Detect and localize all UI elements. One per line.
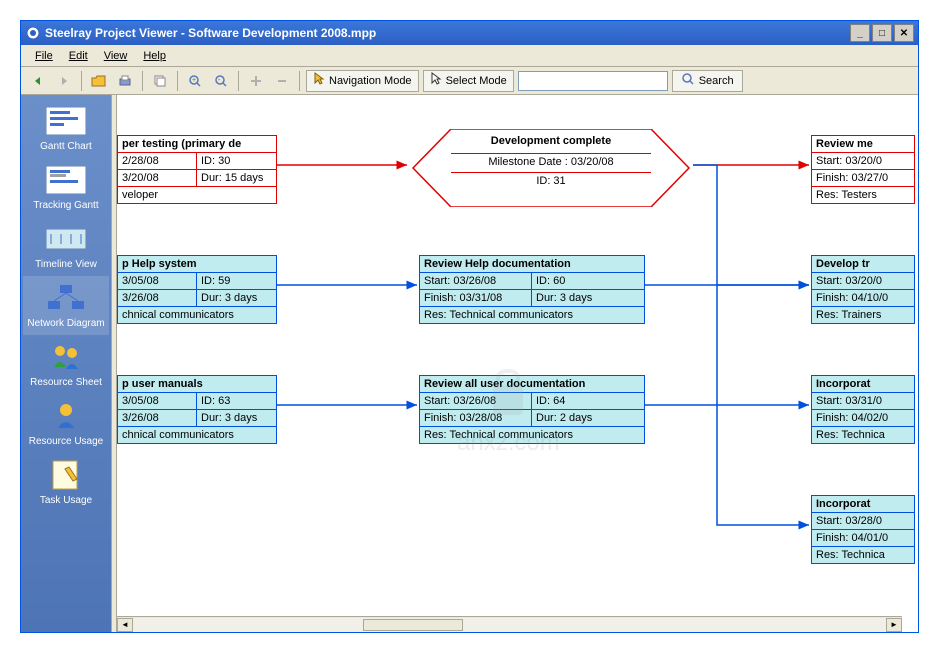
forward-button[interactable] xyxy=(53,70,75,92)
window-title: Steelray Project Viewer - Software Devel… xyxy=(45,26,850,40)
tracking-gantt-icon xyxy=(42,164,90,196)
timeline-icon xyxy=(42,223,90,255)
sidebar-item-label: Gantt Chart xyxy=(25,141,107,152)
search-label: Search xyxy=(699,75,734,87)
node-title: Incorporat xyxy=(812,376,914,393)
menu-help[interactable]: Help xyxy=(135,48,174,64)
node-title: Incorporat xyxy=(812,496,914,513)
sidebar-item-timeline-view[interactable]: Timeline View xyxy=(23,217,109,276)
zoom-in-button[interactable]: + xyxy=(184,70,206,92)
select-mode-button[interactable]: Select Mode xyxy=(423,70,514,92)
scroll-thumb[interactable] xyxy=(363,619,463,631)
svg-text:-: - xyxy=(218,77,221,84)
task-node-review[interactable]: Review me Start: 03/20/0 Finish: 03/27/0… xyxy=(811,135,915,204)
task-node-review-help[interactable]: Review Help documentation Start: 03/26/0… xyxy=(419,255,645,324)
sidebar-item-label: Timeline View xyxy=(25,259,107,270)
sidebar-item-resource-sheet[interactable]: Resource Sheet xyxy=(23,335,109,394)
network-canvas: per testing (primary de 2/28/08ID: 30 3/… xyxy=(117,95,918,615)
window-controls: _ □ ✕ xyxy=(850,24,914,42)
scroll-right-button[interactable]: ► xyxy=(886,618,902,632)
resource-sheet-icon xyxy=(42,341,90,373)
task-node-testing[interactable]: per testing (primary de 2/28/08ID: 30 3/… xyxy=(117,135,277,204)
scroll-track[interactable] xyxy=(133,618,886,632)
sidebar-item-label: Resource Sheet xyxy=(25,377,107,388)
sidebar-item-label: Tracking Gantt xyxy=(25,200,107,211)
open-button[interactable] xyxy=(88,70,110,92)
menu-file[interactable]: File xyxy=(27,48,61,64)
resource-usage-icon xyxy=(42,400,90,432)
zoom-out-button[interactable]: - xyxy=(210,70,232,92)
sidebar-item-network-diagram[interactable]: Network Diagram xyxy=(23,276,109,335)
task-usage-icon xyxy=(42,459,90,491)
sidebar-item-tracking-gantt[interactable]: Tracking Gantt xyxy=(23,158,109,217)
task-node-review-user-doc[interactable]: Review all user documentation Start: 03/… xyxy=(419,375,645,444)
copy-button[interactable] xyxy=(149,70,171,92)
cursor-icon xyxy=(313,72,325,89)
sidebar: Gantt Chart Tracking Gantt Timeline View… xyxy=(21,95,111,632)
back-button[interactable] xyxy=(27,70,49,92)
app-window: Steelray Project Viewer - Software Devel… xyxy=(20,20,919,633)
pointer-icon xyxy=(430,72,442,89)
remove-button[interactable] xyxy=(271,70,293,92)
nav-mode-label: Navigation Mode xyxy=(329,75,412,87)
content-area: Gantt Chart Tracking Gantt Timeline View… xyxy=(21,95,918,632)
sidebar-item-gantt-chart[interactable]: Gantt Chart xyxy=(23,99,109,158)
gantt-chart-icon xyxy=(42,105,90,137)
task-node-develop-tr[interactable]: Develop tr Start: 03/20/0 Finish: 04/10/… xyxy=(811,255,915,324)
print-button[interactable] xyxy=(114,70,136,92)
select-mode-label: Select Mode xyxy=(446,75,507,87)
toolbar: + - Navigation Mode Select Mode Search xyxy=(21,67,918,95)
task-node-help-system[interactable]: p Help system 3/05/08ID: 59 3/26/08Dur: … xyxy=(117,255,277,324)
minimize-button[interactable]: _ xyxy=(850,24,870,42)
milestone-title: Development complete xyxy=(451,135,651,147)
sidebar-item-task-usage[interactable]: Task Usage xyxy=(23,453,109,512)
network-diagram-icon xyxy=(42,282,90,314)
separator xyxy=(299,71,300,91)
svg-text:+: + xyxy=(192,77,196,84)
node-title: Review me xyxy=(812,136,914,153)
sidebar-item-label: Resource Usage xyxy=(25,436,107,447)
close-button[interactable]: ✕ xyxy=(894,24,914,42)
sidebar-item-label: Network Diagram xyxy=(25,318,107,329)
node-title: p Help system xyxy=(118,256,276,273)
search-button[interactable]: Search xyxy=(672,70,743,92)
menu-edit[interactable]: Edit xyxy=(61,48,96,64)
separator xyxy=(142,71,143,91)
scroll-left-button[interactable]: ◄ xyxy=(117,618,133,632)
task-node-incorporate-2[interactable]: Incorporat Start: 03/28/0 Finish: 04/01/… xyxy=(811,495,915,564)
titlebar: Steelray Project Viewer - Software Devel… xyxy=(21,21,918,45)
node-title: p user manuals xyxy=(118,376,276,393)
sidebar-item-resource-usage[interactable]: Resource Usage xyxy=(23,394,109,453)
navigation-mode-button[interactable]: Navigation Mode xyxy=(306,70,419,92)
node-title: Review all user documentation xyxy=(420,376,644,393)
canvas-area[interactable]: per testing (primary de 2/28/08ID: 30 3/… xyxy=(117,95,918,632)
search-input[interactable] xyxy=(518,71,668,91)
maximize-button[interactable]: □ xyxy=(872,24,892,42)
milestone-date: Milestone Date : 03/20/08 xyxy=(451,153,651,168)
search-icon xyxy=(681,72,695,89)
sidebar-item-label: Task Usage xyxy=(25,495,107,506)
horizontal-scrollbar[interactable]: ◄ ► xyxy=(117,616,902,632)
milestone-node[interactable]: Development complete Milestone Date : 03… xyxy=(411,129,691,207)
separator xyxy=(177,71,178,91)
node-title: Review Help documentation xyxy=(420,256,644,273)
task-node-incorporate-1[interactable]: Incorporat Start: 03/31/0 Finish: 04/02/… xyxy=(811,375,915,444)
milestone-id: ID: 31 xyxy=(451,172,651,187)
menubar: File Edit View Help xyxy=(21,45,918,67)
task-node-user-manuals[interactable]: p user manuals 3/05/08ID: 63 3/26/08Dur:… xyxy=(117,375,277,444)
separator xyxy=(238,71,239,91)
add-button[interactable] xyxy=(245,70,267,92)
node-title: per testing (primary de xyxy=(118,136,276,153)
app-icon xyxy=(25,25,41,41)
separator xyxy=(81,71,82,91)
node-title: Develop tr xyxy=(812,256,914,273)
menu-view[interactable]: View xyxy=(96,48,136,64)
